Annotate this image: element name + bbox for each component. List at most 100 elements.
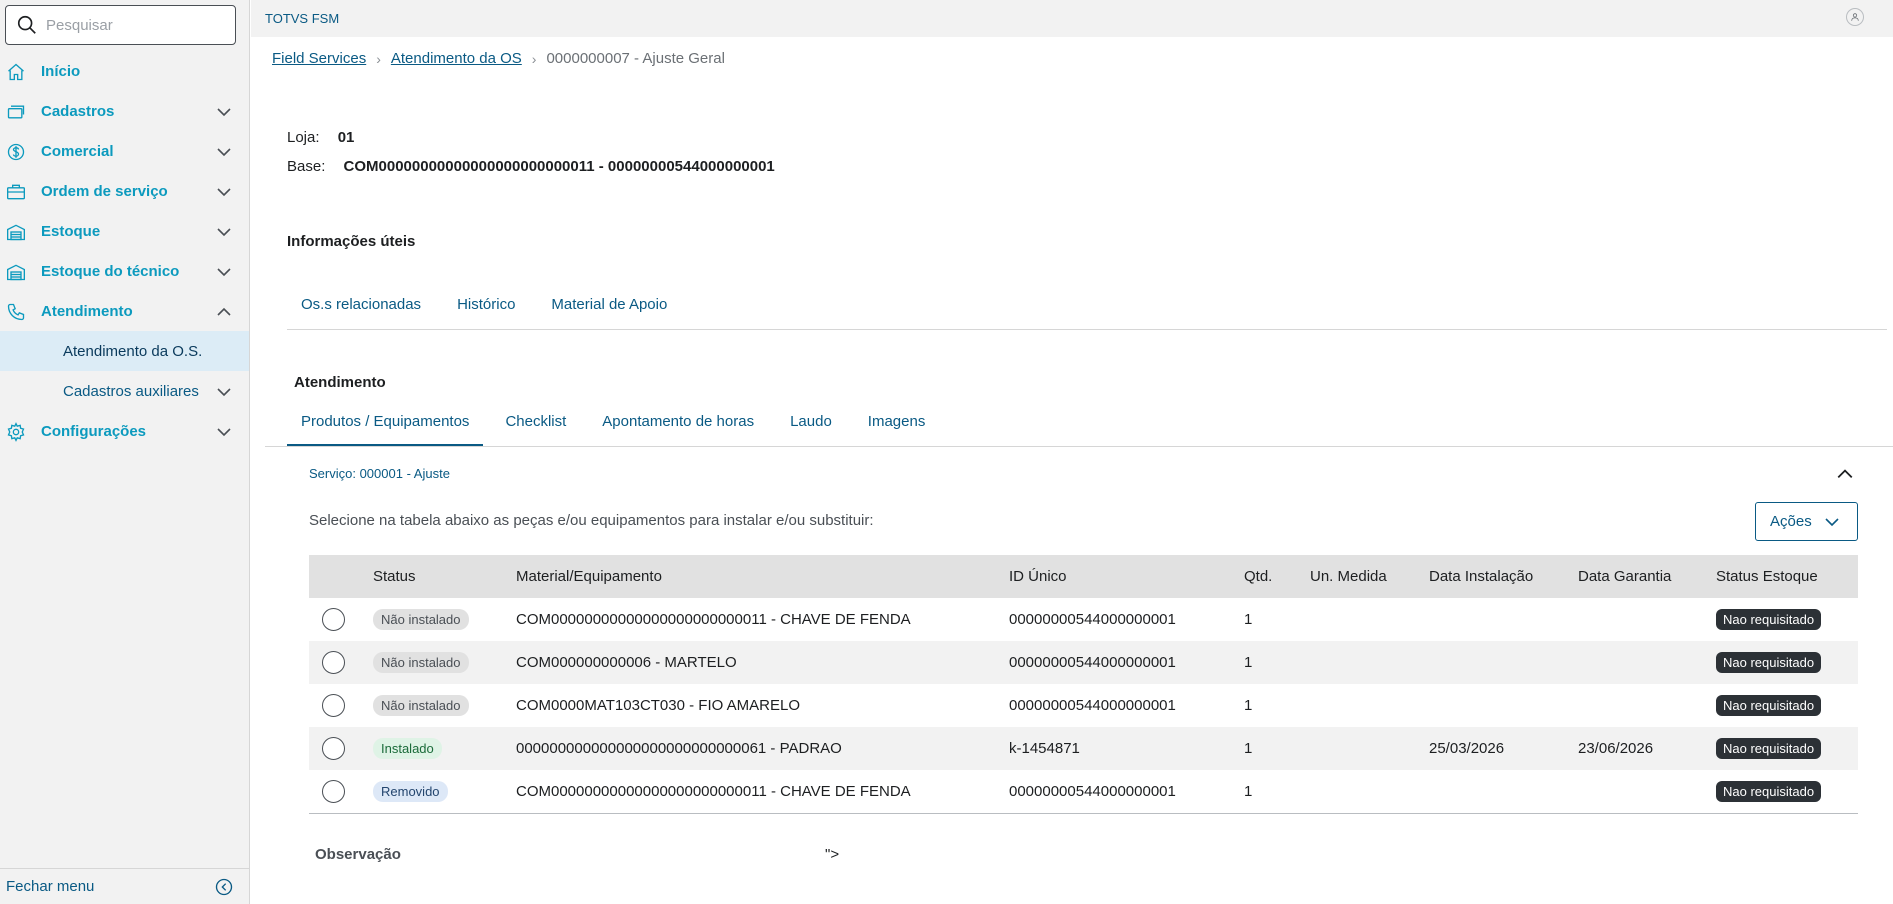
dollar-circle-icon (7, 143, 25, 161)
warehouse-icon (7, 264, 25, 281)
sidebar-subitem-cadastros-auxiliares[interactable]: Cadastros auxiliares (0, 371, 249, 411)
products-table: Status Material/Equipamento ID Único Qtd… (309, 555, 1858, 814)
stock-status-badge: Nao requisitado (1716, 781, 1822, 802)
header-qtd[interactable]: Qtd. (1244, 555, 1272, 598)
search-box[interactable] (5, 5, 236, 45)
service-title[interactable]: Serviço: 000001 - Ajuste (309, 466, 450, 481)
chevron-down-icon (217, 428, 231, 437)
header-data-instalacao[interactable]: Data Instalação (1429, 555, 1533, 598)
material-cell: COM00000000000000000000000011 - CHAVE DE… (516, 783, 911, 800)
sidebar-subitem-label: Cadastros auxiliares (63, 382, 199, 400)
sidebar-item-label: Atendimento (41, 302, 133, 320)
header-id-unico[interactable]: ID Único (1009, 555, 1067, 598)
sidebar-subitem-atendimento-os[interactable]: Atendimento da O.S. (0, 331, 249, 371)
chevron-up-icon[interactable] (1836, 465, 1854, 483)
chevron-down-icon (217, 148, 231, 157)
table-row[interactable]: Não instalado COM00000000000000000000000… (309, 598, 1858, 641)
row-select-radio[interactable] (322, 651, 345, 674)
sidebar-item-label: Cadastros (41, 102, 115, 120)
tab-os-relacionadas[interactable]: Os.s relacionadas (287, 296, 435, 329)
tab-imagens[interactable]: Imagens (854, 413, 940, 446)
table-row[interactable]: Não instalado COM000000000006 - MARTELO … (309, 641, 1858, 684)
tab-material-apoio[interactable]: Material de Apoio (537, 296, 681, 329)
status-badge: Não instalado (373, 609, 469, 630)
sidebar-item-atendimento[interactable]: Atendimento (0, 291, 249, 331)
header-data-garantia[interactable]: Data Garantia (1578, 555, 1671, 598)
data-garantia-cell: 23/06/2026 (1578, 740, 1654, 757)
sidebar-item-inicio[interactable]: Início (0, 51, 249, 91)
id-cell: 00000000544000000001 (1009, 654, 1176, 671)
header-status-estoque[interactable]: Status Estoque (1716, 555, 1818, 598)
material-cell: 000000000000000000000000000061 - PADRAO (516, 740, 842, 757)
tab-apontamento-horas[interactable]: Apontamento de horas (588, 413, 768, 446)
breadcrumb-current: 0000000007 - Ajuste Geral (546, 50, 725, 67)
chevron-down-icon (217, 108, 231, 117)
status-badge: Não instalado (373, 695, 469, 716)
id-cell: 00000000544000000001 (1009, 697, 1176, 714)
row-select-radio[interactable] (322, 737, 345, 760)
row-select-radio[interactable] (322, 780, 345, 803)
breadcrumb-atendimento-os[interactable]: Atendimento da OS (391, 50, 522, 67)
breadcrumb-separator-icon: › (531, 50, 537, 67)
close-menu-button[interactable]: Fechar menu (0, 868, 249, 904)
sidebar-item-comercial[interactable]: Comercial (0, 131, 249, 171)
sidebar-item-estoque-tecnico[interactable]: Estoque do técnico (0, 251, 249, 291)
actions-button[interactable]: Ações (1755, 502, 1858, 541)
row-select-radio[interactable] (322, 694, 345, 717)
header-material[interactable]: Material/Equipamento (516, 555, 662, 598)
qtd-cell: 1 (1244, 611, 1253, 628)
qtd-cell: 1 (1244, 740, 1253, 757)
material-cell: COM000000000006 - MARTELO (516, 654, 737, 671)
row-select-radio[interactable] (322, 608, 345, 631)
loja-label: Loja: (287, 129, 320, 146)
actions-label: Ações (1770, 513, 1812, 530)
chevron-down-icon (217, 388, 231, 397)
sidebar-item-cadastros[interactable]: Cadastros (0, 91, 249, 131)
tab-checklist[interactable]: Checklist (491, 413, 580, 446)
table-row[interactable]: Não instalado COM0000MAT103CT030 - FIO A… (309, 684, 1858, 727)
stock-status-badge: Nao requisitado (1716, 738, 1822, 759)
attendance-title: Atendimento (294, 374, 386, 391)
divider (265, 446, 1893, 447)
table-row[interactable]: Instalado 000000000000000000000000000061… (309, 727, 1858, 770)
search-icon (17, 15, 36, 34)
sidebar-subitem-label: Atendimento da O.S. (63, 342, 203, 360)
tab-historico[interactable]: Histórico (443, 296, 529, 329)
cards-icon (7, 105, 25, 119)
chevron-down-icon (1825, 517, 1839, 526)
qtd-cell: 1 (1244, 697, 1253, 714)
table-row[interactable]: Removido COM00000000000000000000000011 -… (309, 770, 1858, 813)
useful-info-tabs: Os.s relacionadas Histórico Material de … (287, 296, 681, 329)
breadcrumb-separator-icon: › (376, 50, 381, 67)
sidebar-item-label: Configurações (41, 422, 147, 440)
breadcrumb: Field Services › Atendimento da OS › 000… (272, 50, 725, 67)
attendance-tabs: Produtos / Equipamentos Checklist Aponta… (287, 413, 939, 446)
qtd-cell: 1 (1244, 654, 1253, 671)
sidebar-item-configuracoes[interactable]: Configurações (0, 411, 249, 451)
observation-label: Observação (315, 846, 401, 863)
sidebar-item-label: Estoque (41, 222, 101, 240)
id-cell: 00000000544000000001 (1009, 783, 1176, 800)
chevron-down-icon (217, 268, 231, 277)
header-un-medida[interactable]: Un. Medida (1310, 555, 1387, 598)
info-base: Base: COM00000000000000000000000011 - 00… (287, 158, 775, 175)
header-status[interactable]: Status (373, 555, 416, 598)
sidebar: Início Cadastros Comercial Ordem de serv… (0, 0, 250, 904)
breadcrumb-field-services[interactable]: Field Services (272, 50, 366, 67)
stock-status-badge: Nao requisitado (1716, 695, 1822, 716)
user-icon (1851, 13, 1859, 21)
sidebar-item-label: Ordem de serviço (41, 182, 168, 200)
user-avatar-button[interactable] (1846, 8, 1864, 26)
observation-stray-text: "> (825, 846, 840, 863)
search-input[interactable] (46, 16, 216, 34)
info-loja: Loja: 01 (287, 129, 354, 146)
tab-produtos-equipamentos[interactable]: Produtos / Equipamentos (287, 413, 484, 446)
tab-laudo[interactable]: Laudo (776, 413, 846, 446)
sidebar-item-label: Início (41, 62, 81, 80)
sidebar-item-estoque[interactable]: Estoque (0, 211, 249, 251)
sidebar-nav: Início Cadastros Comercial Ordem de serv… (0, 51, 249, 451)
chevron-down-icon (217, 228, 231, 237)
briefcase-icon (7, 184, 25, 200)
stock-status-badge: Nao requisitado (1716, 609, 1822, 630)
sidebar-item-ordem-servico[interactable]: Ordem de serviço (0, 171, 249, 211)
